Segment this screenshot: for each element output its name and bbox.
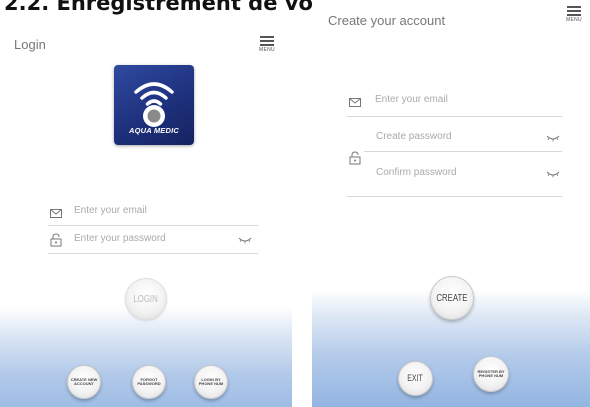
create-password-field[interactable]: Create password <box>364 125 562 152</box>
create-account-screen: Create your account MENU Enter your emai… <box>312 0 590 407</box>
create-password-placeholder: Create password <box>376 131 452 142</box>
logo-text: AQUA MEDIC <box>128 126 180 135</box>
login-title: Login <box>14 37 46 52</box>
register-by-phone-label: REGISTER BY PHONE NUM <box>477 368 505 378</box>
envelope-icon <box>50 209 62 218</box>
eye-closed-icon[interactable] <box>546 170 560 178</box>
create-button[interactable]: CREATE <box>430 276 474 320</box>
exit-button[interactable]: EXIT <box>398 361 433 396</box>
create-menu-button[interactable]: MENU <box>565 6 583 23</box>
forgot-password-label: FORGOT PASSWORD <box>137 376 161 386</box>
eye-closed-icon[interactable] <box>238 236 252 244</box>
create-account-button[interactable]: CREATE NEW ACCOUNT <box>67 365 101 399</box>
create-email-placeholder: Enter your email <box>375 94 448 105</box>
email-field[interactable]: Enter your email <box>48 199 258 226</box>
create-account-title: Create your account <box>328 13 446 28</box>
create-button-label: CREATE <box>436 292 468 304</box>
padlock-icon <box>50 233 62 247</box>
hamburger-icon <box>567 6 581 16</box>
login-menu-button[interactable]: MENU <box>258 36 276 53</box>
forgot-password-button[interactable]: FORGOT PASSWORD <box>132 365 166 399</box>
exit-button-label: EXIT <box>407 372 424 383</box>
eye-closed-icon[interactable] <box>546 134 560 142</box>
menu-label: MENU <box>566 17 582 23</box>
envelope-icon <box>349 98 361 107</box>
login-button-label: LOGIN <box>133 293 159 305</box>
login-by-phone-button[interactable]: LOGIN BY PHONE NUM <box>194 365 228 399</box>
password-placeholder: Enter your password <box>74 233 166 244</box>
login-screen: Login MENU AQUA MEDIC Enter your email E… <box>0 17 292 407</box>
padlock-icon <box>349 151 361 165</box>
password-field[interactable]: Enter your password <box>48 227 258 254</box>
aqua-medic-logo: AQUA MEDIC <box>114 65 194 145</box>
create-email-field[interactable]: Enter your email <box>347 90 562 117</box>
menu-label: MENU <box>259 47 275 53</box>
field-divider <box>347 196 562 197</box>
create-account-label: CREATE NEW ACCOUNT <box>70 376 98 386</box>
confirm-password-field[interactable]: Confirm password <box>364 161 562 187</box>
hamburger-icon <box>260 36 274 46</box>
confirm-password-placeholder: Confirm password <box>376 167 457 178</box>
login-button[interactable]: LOGIN <box>125 278 167 320</box>
email-placeholder: Enter your email <box>74 205 147 216</box>
register-by-phone-button[interactable]: REGISTER BY PHONE NUM <box>473 356 509 392</box>
login-by-phone-label: LOGIN BY PHONE NUM <box>198 376 224 386</box>
